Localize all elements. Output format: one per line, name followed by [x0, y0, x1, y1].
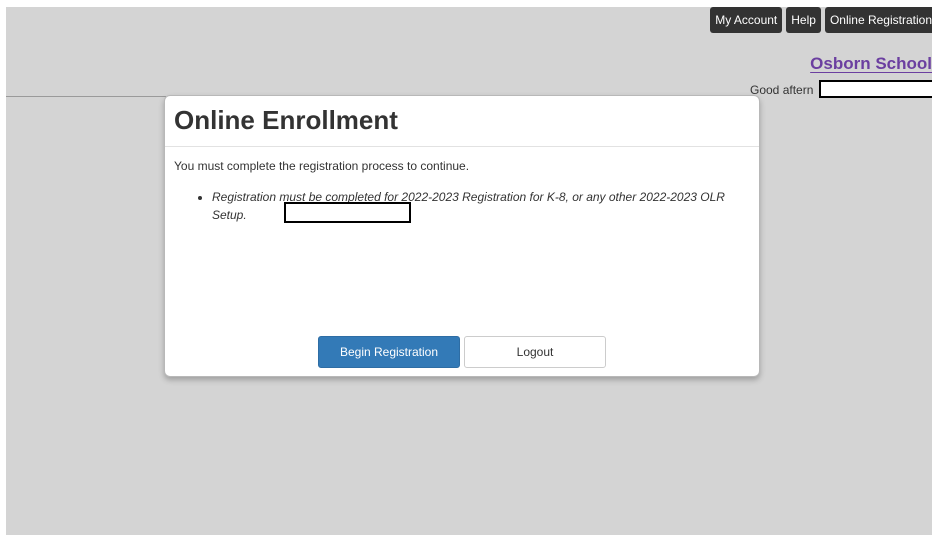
redacted-detail: [284, 202, 411, 223]
header-divider: [6, 96, 166, 97]
modal-body: You must complete the registration proce…: [165, 147, 759, 315]
user-greeting: Good aftern: [750, 83, 814, 97]
school-name-link[interactable]: Osborn School: [810, 54, 932, 74]
modal-title: Online Enrollment: [174, 105, 398, 135]
registration-message: You must complete the registration proce…: [174, 159, 470, 173]
top-navigation: My Account Help Online Registration: [710, 7, 932, 33]
redacted-username: [819, 80, 932, 98]
page-background: My Account Help Online Registration Osbo…: [6, 7, 932, 535]
online-registration-button[interactable]: Online Registration: [824, 7, 932, 33]
modal-header: Online Enrollment: [165, 96, 759, 147]
modal-footer: Begin Registration Logout: [165, 336, 759, 368]
help-button[interactable]: Help: [786, 7, 821, 33]
logout-button[interactable]: Logout: [464, 336, 606, 368]
requirements-list: Registration must be completed for 2022-…: [174, 188, 749, 224]
enrollment-modal: Online Enrollment You must complete the …: [164, 95, 760, 377]
begin-registration-button[interactable]: Begin Registration: [318, 336, 460, 368]
my-account-button[interactable]: My Account: [710, 7, 783, 33]
